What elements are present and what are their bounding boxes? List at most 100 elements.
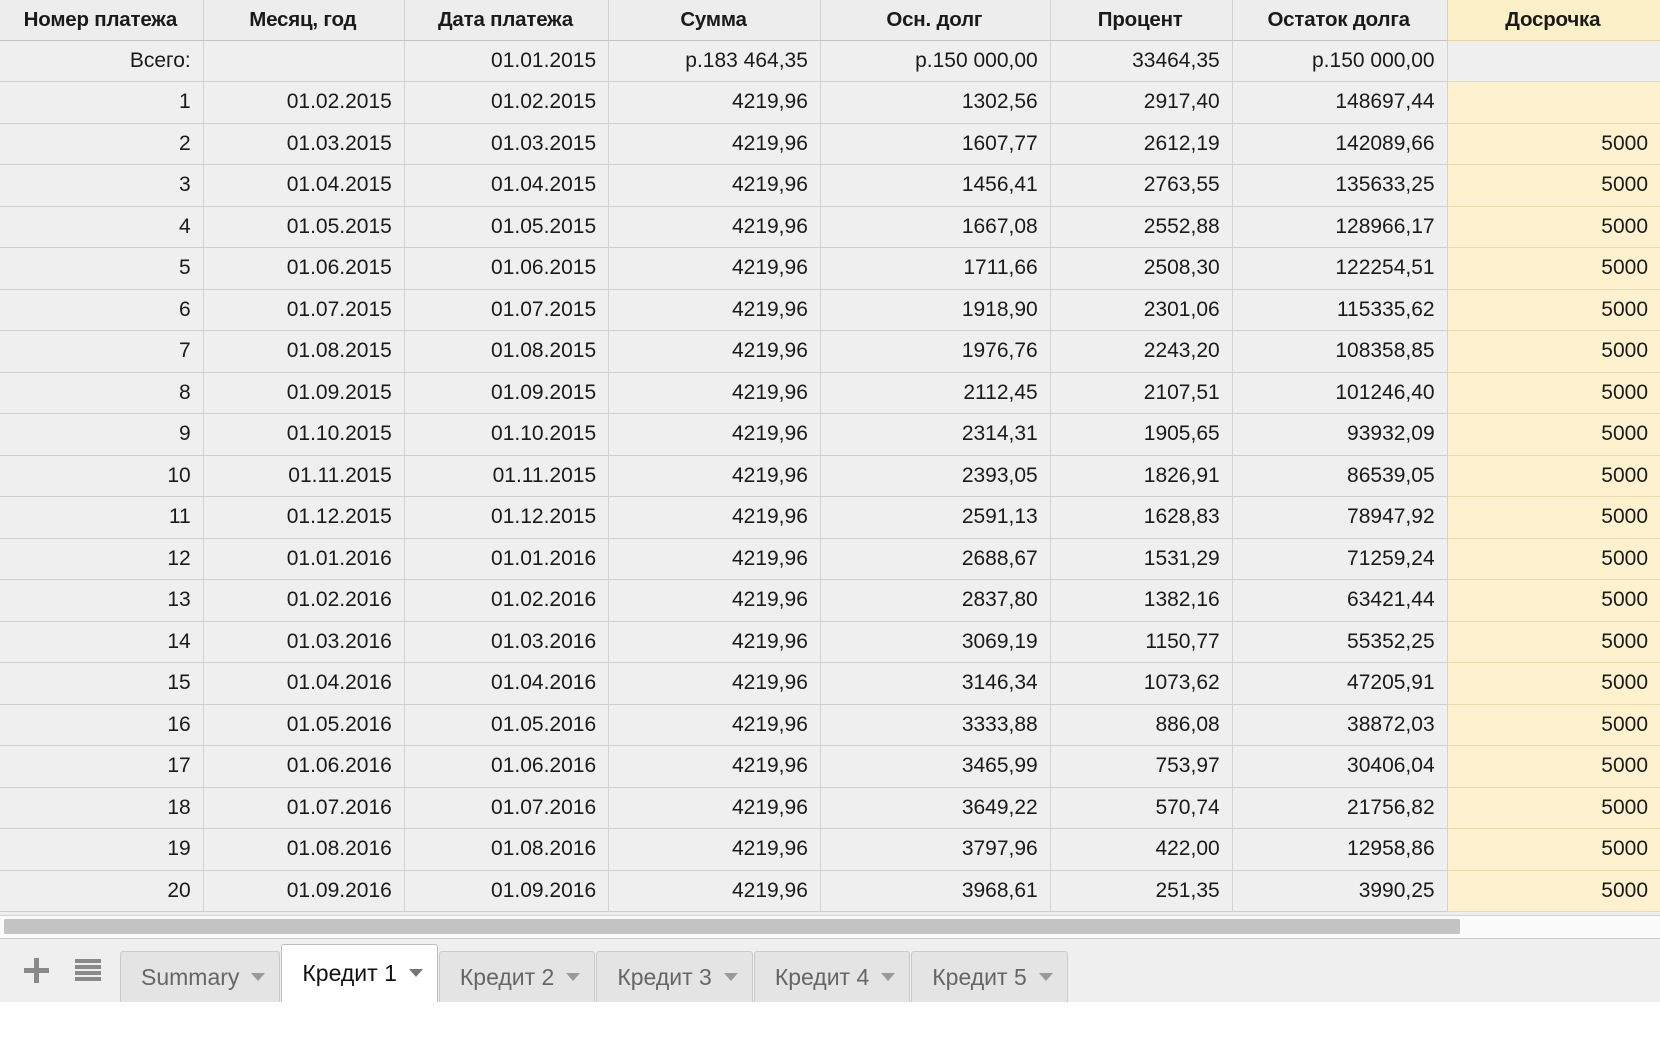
cell-num[interactable]: 15 [0, 662, 204, 705]
cell-early[interactable]: 5000 [1447, 870, 1660, 912]
cell-num[interactable]: 2 [0, 123, 204, 165]
cell-num[interactable]: 9 [0, 413, 204, 456]
cell-prin[interactable]: 1667,08 [820, 206, 1051, 248]
cell-sum[interactable]: 4219,96 [608, 330, 821, 373]
cell-early[interactable]: 5000 [1447, 787, 1660, 829]
all-sheets-button[interactable] [62, 942, 114, 998]
cell-early[interactable]: 5000 [1447, 206, 1660, 248]
column-header-principal[interactable]: Осн. долг [820, 0, 1051, 41]
cell-rest[interactable]: 128966,17 [1232, 206, 1448, 248]
cell-int[interactable]: 1826,91 [1050, 455, 1233, 497]
cell-month[interactable]: 01.09.2016 [203, 870, 405, 912]
cell-month[interactable]: 01.03.2016 [203, 621, 405, 663]
cell-rest[interactable]: 63421,44 [1232, 579, 1448, 622]
cell-int[interactable]: 1150,77 [1050, 621, 1233, 663]
cell-int[interactable]: 251,35 [1050, 870, 1233, 912]
cell-date[interactable]: 01.12.2015 [404, 496, 610, 539]
cell-month[interactable]: 01.07.2015 [203, 289, 405, 331]
cell-int[interactable]: 2301,06 [1050, 289, 1233, 331]
cell-date[interactable]: 01.06.2016 [404, 745, 610, 788]
cell-prin[interactable]: 3465,99 [820, 745, 1051, 788]
cell-early[interactable]: 5000 [1447, 413, 1660, 456]
cell-num[interactable]: 16 [0, 704, 204, 746]
cell-sum[interactable]: 4219,96 [608, 455, 821, 497]
cell-month[interactable]: 01.06.2016 [203, 745, 405, 788]
cell-sum[interactable]: 4219,96 [608, 372, 821, 414]
chevron-down-icon[interactable] [723, 972, 738, 981]
cell-prin[interactable]: 1976,76 [820, 330, 1051, 373]
cell-date[interactable]: 01.01.2016 [404, 538, 610, 580]
cell-early[interactable]: 5000 [1447, 372, 1660, 414]
cell-sum[interactable]: 4219,96 [608, 496, 821, 539]
cell-month[interactable]: 01.12.2015 [203, 496, 405, 539]
cell-prin[interactable]: 3968,61 [820, 870, 1051, 912]
cell-month[interactable]: 01.04.2015 [203, 164, 405, 207]
cell-int[interactable]: 1531,29 [1050, 538, 1233, 580]
cell-early[interactable]: 5000 [1447, 621, 1660, 663]
cell-early[interactable] [1447, 81, 1660, 124]
cell-prin[interactable]: 2591,13 [820, 496, 1051, 539]
column-header-month-year[interactable]: Месяц, год [203, 0, 405, 41]
cell-sum[interactable]: 4219,96 [608, 745, 821, 788]
cell-int[interactable]: 1628,83 [1050, 496, 1233, 539]
add-sheet-button[interactable] [10, 942, 62, 998]
cell-early[interactable]: 5000 [1447, 164, 1660, 207]
cell-date[interactable]: 01.05.2015 [404, 206, 610, 248]
cell-prin[interactable]: 2837,80 [820, 579, 1051, 622]
cell-int[interactable]: 753,97 [1050, 745, 1233, 788]
cell-month[interactable]: 01.06.2015 [203, 247, 405, 290]
cell-sum[interactable]: 4219,96 [608, 870, 821, 912]
cell-early[interactable]: 5000 [1447, 704, 1660, 746]
cell-int[interactable]: 422,00 [1050, 828, 1233, 871]
cell-int[interactable]: 2508,30 [1050, 247, 1233, 290]
cell-date[interactable]: 01.02.2015 [404, 81, 610, 124]
cell-num[interactable]: 7 [0, 330, 204, 373]
sheet-tab-5[interactable]: Кредит 4 [753, 951, 911, 1002]
cell-sum[interactable]: 4219,96 [608, 828, 821, 871]
cell-num[interactable]: 14 [0, 621, 204, 663]
cell-early[interactable]: 5000 [1447, 538, 1660, 580]
cell-sum[interactable]: 4219,96 [608, 164, 821, 207]
cell-rest[interactable]: 108358,85 [1232, 330, 1448, 373]
cell-int[interactable]: 2917,40 [1050, 81, 1233, 124]
cell-num[interactable]: 17 [0, 745, 204, 788]
column-header-remaining-debt[interactable]: Остаток долга [1232, 0, 1448, 41]
horizontal-scrollbar-thumb[interactable] [4, 919, 1460, 934]
cell-int[interactable]: 2552,88 [1050, 206, 1233, 248]
cell-sum[interactable]: 4219,96 [608, 621, 821, 663]
cell-month[interactable]: 01.07.2016 [203, 787, 405, 829]
cell-int[interactable]: 2243,20 [1050, 330, 1233, 373]
cell-date[interactable]: 01.04.2016 [404, 662, 610, 705]
cell-num[interactable]: 13 [0, 579, 204, 622]
cell-rest[interactable]: 86539,05 [1232, 455, 1448, 497]
cell-sum[interactable]: 4219,96 [608, 206, 821, 248]
chevron-down-icon[interactable] [251, 972, 266, 981]
cell-num[interactable]: 18 [0, 787, 204, 829]
sheet-tab-6[interactable]: Кредит 5 [911, 951, 1068, 1002]
cell-date[interactable]: 01.08.2015 [404, 330, 610, 373]
cell-month[interactable]: 01.05.2015 [203, 206, 405, 248]
cell-prin[interactable]: 3649,22 [820, 787, 1051, 829]
cell-prin[interactable]: 2314,31 [820, 413, 1051, 456]
cell-prin[interactable]: 1607,77 [820, 123, 1051, 165]
cell-prin[interactable]: 1918,90 [820, 289, 1051, 331]
cell-rest[interactable]: 122254,51 [1232, 247, 1448, 290]
cell-num[interactable]: 19 [0, 828, 204, 871]
cell-prin[interactable]: 1711,66 [820, 247, 1051, 290]
cell-date[interactable]: 01.04.2015 [404, 164, 610, 207]
cell-prin[interactable]: 2112,45 [820, 372, 1051, 414]
cell-sum[interactable]: 4219,96 [608, 579, 821, 622]
cell-sum[interactable]: 4219,96 [608, 81, 821, 124]
cell-early[interactable]: 5000 [1447, 828, 1660, 871]
cell-date[interactable]: 01.10.2015 [404, 413, 610, 456]
cell-rest[interactable]: 115335,62 [1232, 289, 1448, 331]
cell-prin[interactable]: 2688,67 [820, 538, 1051, 580]
cell-num[interactable]: 3 [0, 164, 204, 207]
cell-prin[interactable]: 2393,05 [820, 455, 1051, 497]
cell-num[interactable]: 4 [0, 206, 204, 248]
sheet-tab-3[interactable]: Кредит 2 [438, 951, 596, 1002]
cell-num[interactable]: 10 [0, 455, 204, 497]
cell-sum[interactable]: р.183 464,35 [608, 40, 821, 82]
cell-int[interactable]: 2107,51 [1050, 372, 1233, 414]
horizontal-scrollbar[interactable] [0, 915, 1660, 938]
